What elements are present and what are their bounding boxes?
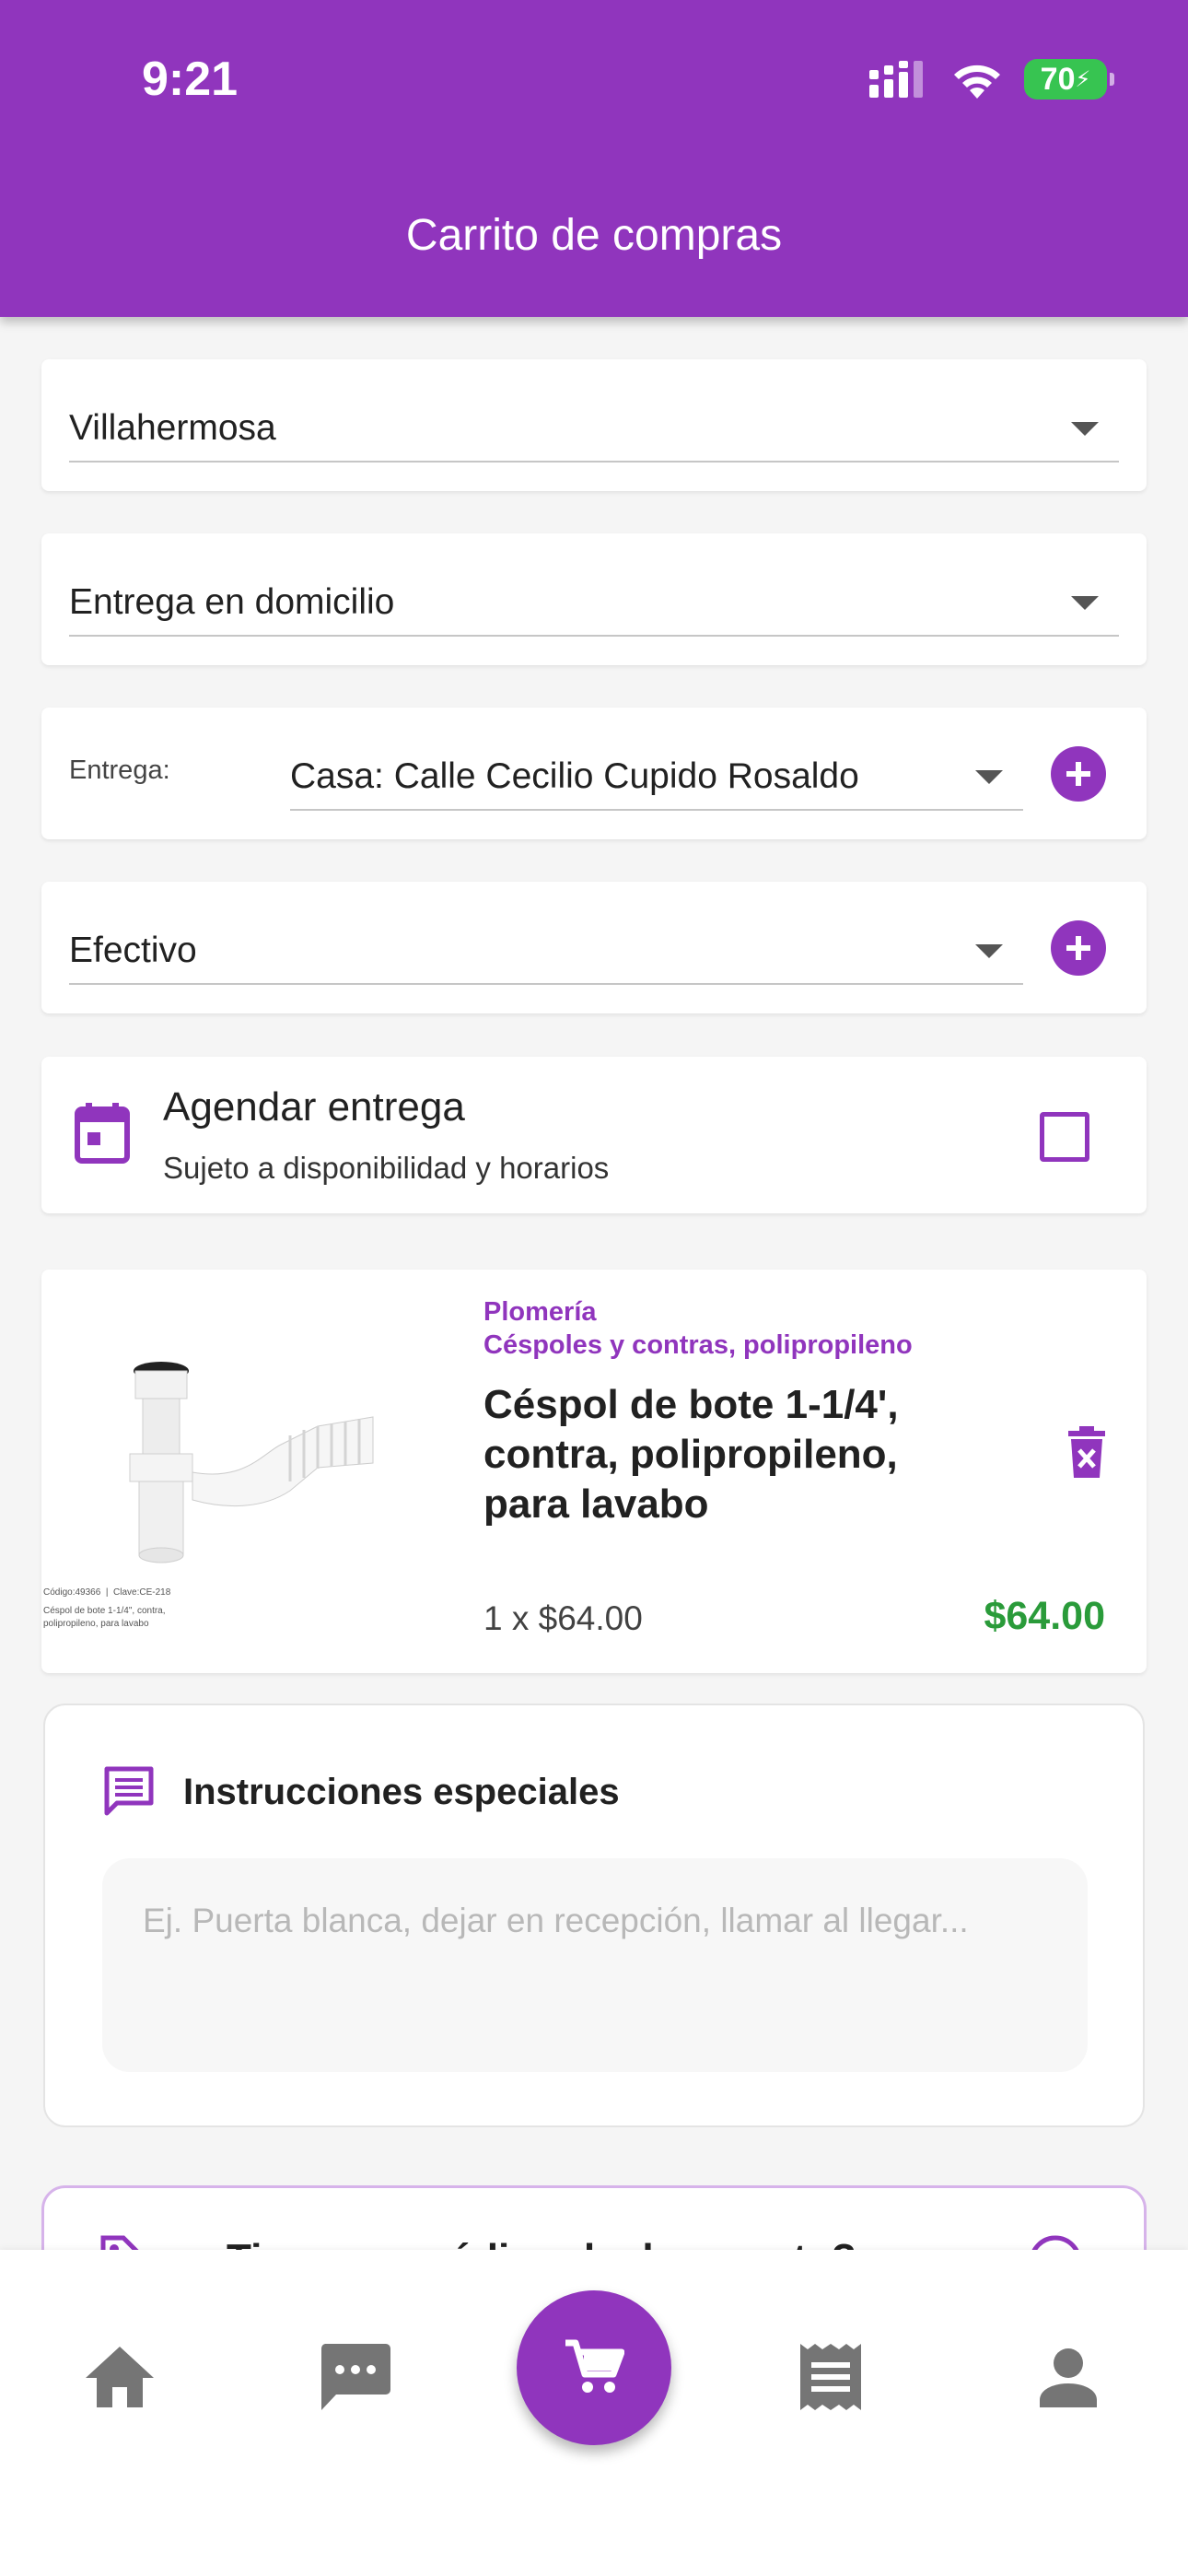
product-subcategory: Céspoles y contras, polipropileno bbox=[483, 1330, 913, 1360]
product-quantity: 1 x $64.00 bbox=[483, 1599, 643, 1637]
instructions-input[interactable] bbox=[102, 1858, 1088, 2072]
payment-value: Efectivo bbox=[69, 931, 197, 970]
image-caption: Céspol de bote 1-1/4", contra, polipropi… bbox=[43, 1606, 166, 1629]
battery-level: 70 bbox=[1040, 61, 1076, 97]
add-payment-button[interactable] bbox=[1051, 920, 1106, 976]
receipt-icon bbox=[800, 2344, 861, 2410]
plus-icon bbox=[1066, 936, 1090, 960]
home-icon bbox=[86, 2347, 154, 2407]
nav-cart[interactable] bbox=[517, 2290, 671, 2445]
schedule-subtitle: Sujeto a disponibilidad y horarios bbox=[163, 1151, 610, 1185]
city-dropdown[interactable]: Villahermosa bbox=[69, 396, 1119, 463]
chat-icon bbox=[320, 2344, 390, 2410]
battery-icon: 70 ⚡ bbox=[1024, 59, 1114, 100]
wifi-icon bbox=[954, 64, 1000, 99]
nav-orders[interactable] bbox=[785, 2331, 877, 2423]
product-category: Plomería bbox=[483, 1297, 597, 1327]
address-dropdown[interactable]: Casa: Calle Cecilio Cupido Rosaldo bbox=[290, 744, 1023, 811]
address-card: Entrega: Casa: Calle Cecilio Cupido Rosa… bbox=[41, 708, 1147, 839]
notes-icon bbox=[104, 1766, 154, 1816]
bottom-navigation bbox=[0, 2250, 1188, 2576]
cart-icon bbox=[565, 2339, 624, 2393]
delivery-method-dropdown[interactable]: Entrega en domicilio bbox=[69, 570, 1119, 637]
add-address-button[interactable] bbox=[1051, 746, 1106, 802]
delivery-method-card: Entrega en domicilio bbox=[41, 533, 1147, 665]
instructions-title: Instrucciones especiales bbox=[183, 1772, 620, 1812]
delivery-method-value: Entrega en domicilio bbox=[69, 582, 395, 622]
status-icons: 70 ⚡ bbox=[869, 59, 1114, 100]
address-label: Entrega: bbox=[69, 755, 170, 785]
dropdown-caret-icon bbox=[975, 769, 1003, 784]
dropdown-caret-icon bbox=[975, 943, 1003, 958]
person-icon bbox=[1040, 2348, 1097, 2407]
cart-item: Código:49366 | Clave:CE-218 Céspol de bo… bbox=[41, 1270, 1147, 1673]
product-image: Código:49366 | Clave:CE-218 Céspol de bo… bbox=[41, 1270, 437, 1673]
image-code: Código:49366 | Clave:CE-218 bbox=[43, 1587, 171, 1598]
nav-messages[interactable] bbox=[309, 2331, 402, 2423]
product-name: Céspol de bote 1-1/4', contra, polipropi… bbox=[483, 1382, 899, 1527]
delete-icon[interactable] bbox=[1066, 1426, 1107, 1478]
payment-dropdown[interactable]: Efectivo bbox=[69, 919, 1023, 985]
plus-icon bbox=[1066, 762, 1090, 786]
city-card: Villahermosa bbox=[41, 359, 1147, 491]
address-value: Casa: Calle Cecilio Cupido Rosaldo bbox=[290, 756, 859, 796]
app-header: 9:21 70 ⚡ Carrito de compras bbox=[0, 0, 1188, 317]
payment-card: Efectivo bbox=[41, 882, 1147, 1013]
product-total: $64.00 bbox=[984, 1594, 1105, 1638]
nav-home[interactable] bbox=[74, 2331, 166, 2423]
cellular-signal-icon bbox=[869, 61, 923, 98]
instructions-card: Instrucciones especiales bbox=[43, 1704, 1145, 2127]
dropdown-caret-icon bbox=[1071, 595, 1099, 610]
schedule-checkbox[interactable] bbox=[1040, 1112, 1089, 1162]
nav-profile[interactable] bbox=[1022, 2331, 1114, 2423]
dropdown-caret-icon bbox=[1071, 421, 1099, 436]
status-time: 9:21 bbox=[142, 53, 239, 106]
calendar-icon bbox=[75, 1103, 130, 1164]
schedule-card[interactable]: Agendar entrega Sujeto a disponibilidad … bbox=[41, 1057, 1147, 1213]
schedule-title: Agendar entrega bbox=[163, 1084, 465, 1130]
page-title: Carrito de compras bbox=[405, 211, 783, 260]
product-photo bbox=[129, 1362, 374, 1563]
city-value: Villahermosa bbox=[69, 408, 276, 448]
